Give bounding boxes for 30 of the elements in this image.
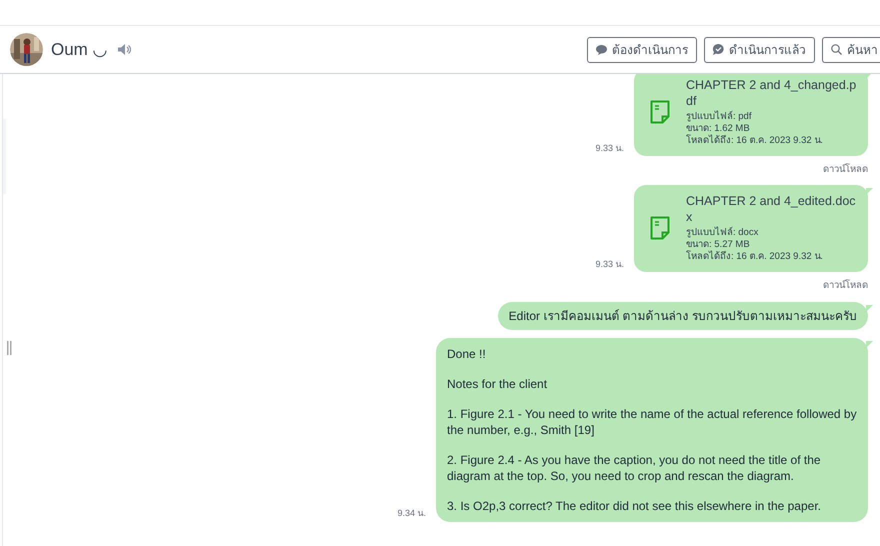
file-detail: รูปแบบไฟล์: pdf (686, 111, 752, 123)
filter-button[interactable]: ต้องดำเนินการ (587, 36, 697, 62)
message-time: 9.33 น. (595, 142, 624, 154)
message-text: Editor เรามีคอมเมนต์ ตามด้านล่าง รบกวนปรับตามเหมาะสมนะครับ (508, 308, 857, 324)
file-name[interactable]: CHAPTER 2 and 4_edited.doc x (686, 193, 856, 226)
message-text: 3. Is O2p,3 correct? The editor did not see this elsewhere in the paper. (447, 498, 822, 514)
document-icon (650, 216, 670, 240)
file-detail: รูปแบบไฟล์: docx (686, 227, 760, 240)
message-time: 9.34 น. (397, 507, 426, 520)
message-text: Notes for the client (447, 376, 548, 392)
speaker-icon[interactable] (118, 44, 131, 55)
file-detail: ขนาด: 1.62 MB (686, 123, 751, 134)
file-detail: โหลดได้ถึง: 16 ต.ค. 2023 9.32 น. (686, 251, 824, 264)
document-icon (650, 100, 670, 124)
filter-button[interactable]: ดำเนินการแล้ว (704, 36, 815, 62)
file-name[interactable]: CHAPTER 2 and 4_changed.p df (686, 77, 856, 109)
search-button[interactable]: ค้นหา (822, 36, 880, 62)
chat-check-icon (713, 44, 724, 55)
file-detail: โหลดได้ถึง: 16 ต.ค. 2023 9.32 น. (686, 135, 824, 147)
download-link[interactable]: ดาวน์โหลด (823, 163, 868, 178)
contact-name: Oum ◡ (51, 38, 108, 61)
message-time: 9.33 น. (595, 258, 624, 271)
search-icon (831, 44, 842, 55)
file-detail: ขนาด: 5.27 MB (686, 239, 751, 250)
chat-bubble-icon (596, 44, 607, 54)
message-text: Done !! (447, 346, 487, 362)
resize-handle-icon[interactable] (7, 341, 12, 355)
message-text: 2. Figure 2.4 - As you have the caption, you do not need the title of the diagram at the top. So, you need to crop and rescan the diagram. (447, 452, 822, 484)
message-text: 1. Figure 2.1 - You need to write the name of the actual reference followed by the number, e.g., Smith [19] (447, 406, 857, 438)
download-link[interactable]: ดาวน์โหลด (823, 279, 868, 294)
